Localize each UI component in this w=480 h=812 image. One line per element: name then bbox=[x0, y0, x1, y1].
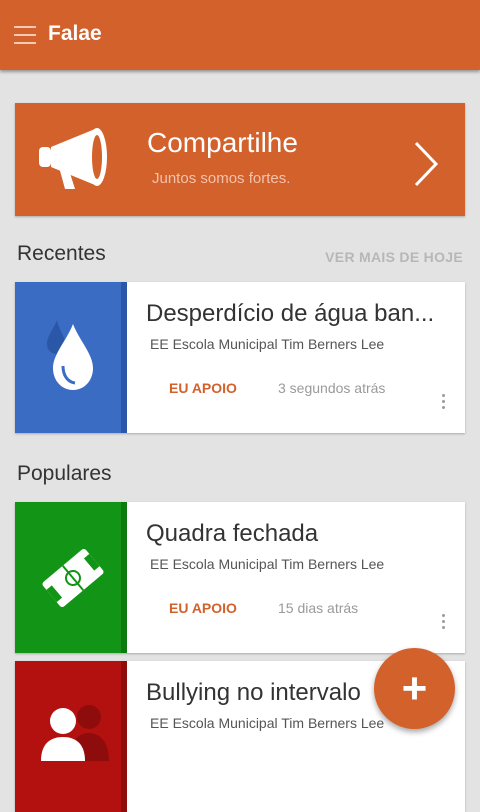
water-drop-icon bbox=[47, 320, 93, 390]
post-school: EE Escola Municipal Tim Berners Lee bbox=[150, 336, 385, 352]
post-title: Quadra fechada bbox=[146, 520, 319, 547]
post-time: 15 dias atrás bbox=[278, 600, 359, 616]
post-title: Desperdício de água ban... bbox=[146, 300, 435, 327]
post-school: EE Escola Municipal Tim Berners Lee bbox=[150, 715, 385, 731]
megaphone-icon bbox=[39, 128, 107, 189]
post-school: EE Escola Municipal Tim Berners Lee bbox=[150, 556, 385, 572]
see-more-today-link[interactable]: VER MAIS DE HOJE bbox=[325, 249, 463, 265]
share-banner[interactable]: Compartilhe Juntos somos fortes. bbox=[15, 103, 465, 216]
app-title: Falae bbox=[48, 22, 102, 45]
more-vert-icon[interactable] bbox=[439, 614, 447, 632]
post-time: 3 segundos atrás bbox=[278, 380, 386, 396]
support-button[interactable]: EU APOIO bbox=[169, 600, 237, 616]
post-thumbnail bbox=[15, 661, 127, 812]
post-card[interactable]: Quadra fechada EE Escola Municipal Tim B… bbox=[15, 502, 465, 653]
add-icon: + bbox=[401, 664, 428, 713]
more-vert-icon[interactable] bbox=[439, 394, 447, 412]
banner-title: Compartilhe bbox=[147, 127, 298, 158]
soccer-field-icon bbox=[42, 548, 104, 608]
post-card[interactable]: Desperdício de água ban... EE Escola Mun… bbox=[15, 282, 465, 433]
chevron-right-icon bbox=[414, 141, 439, 187]
section-title-popular: Populares bbox=[17, 462, 112, 485]
banner-subtitle: Juntos somos fortes. bbox=[152, 170, 291, 187]
app-bar: Falae bbox=[0, 0, 480, 70]
add-post-button[interactable]: + bbox=[374, 648, 455, 729]
post-thumbnail bbox=[15, 282, 127, 433]
section-title-recent: Recentes bbox=[17, 242, 106, 265]
post-thumbnail bbox=[15, 502, 127, 653]
menu-icon[interactable] bbox=[14, 26, 36, 44]
people-icon bbox=[41, 705, 109, 761]
support-button[interactable]: EU APOIO bbox=[169, 380, 237, 396]
